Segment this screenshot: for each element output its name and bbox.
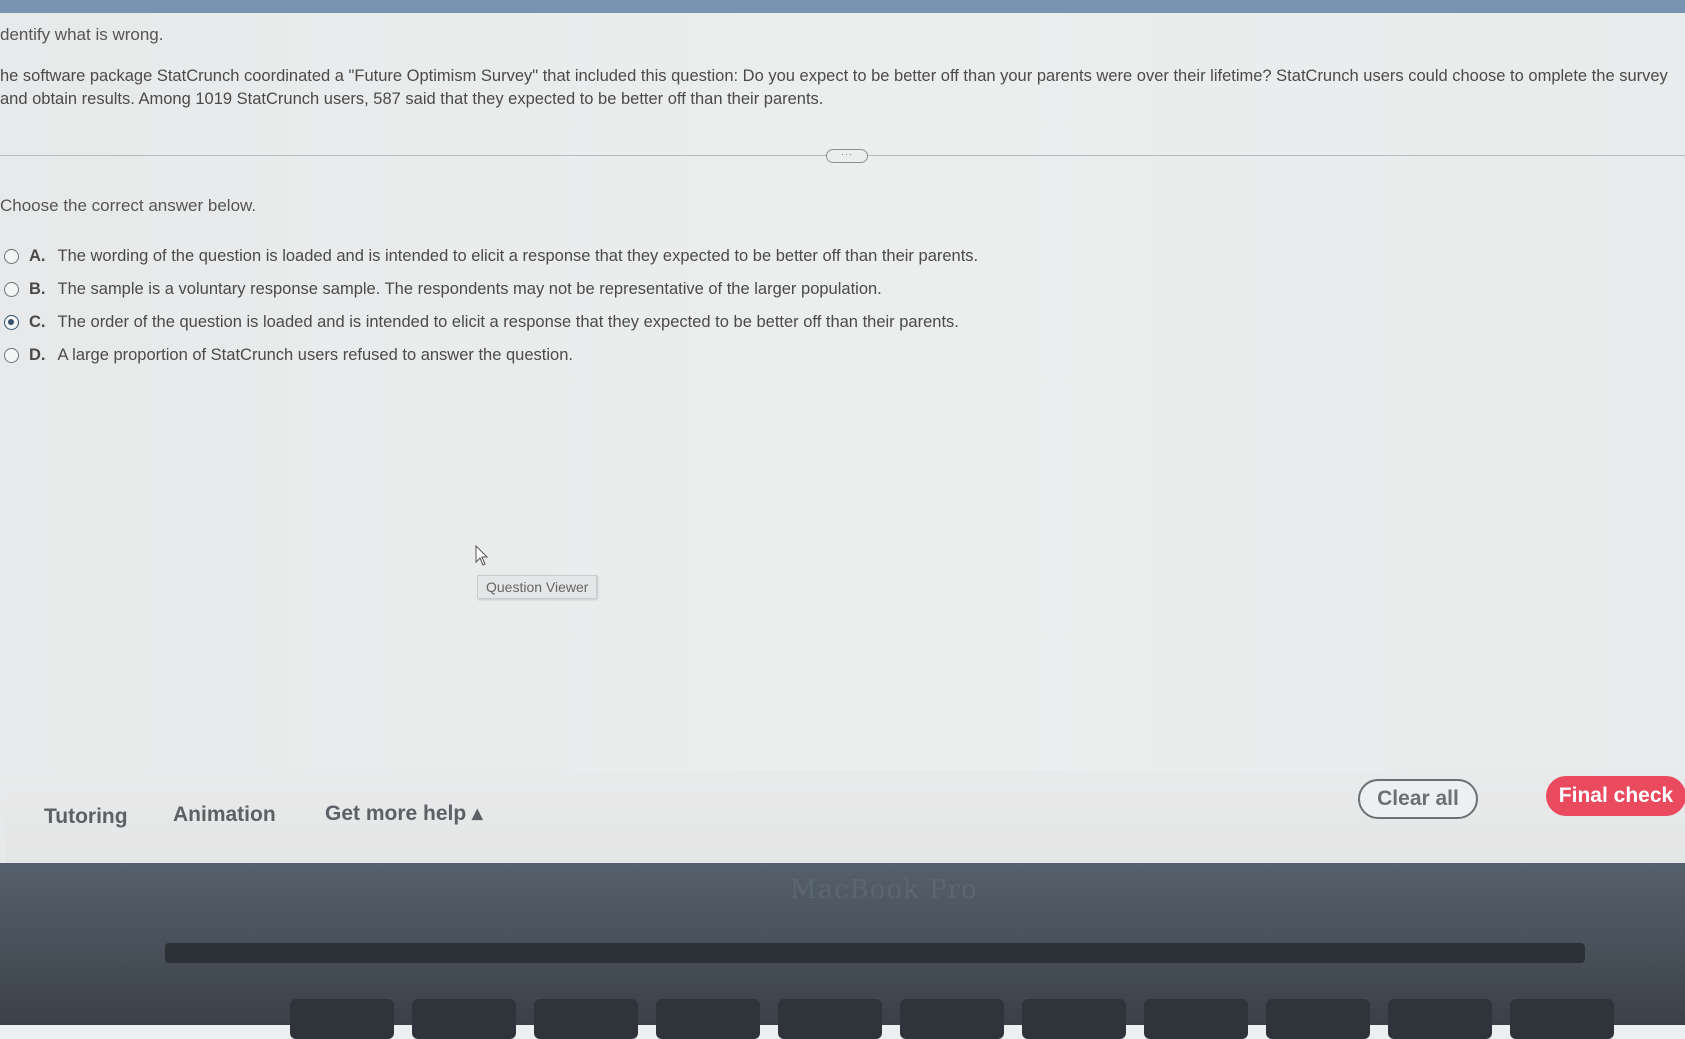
option-b[interactable]: B. The sample is a voluntary response sa…: [0, 277, 882, 301]
question-viewer-tooltip: Question Viewer: [477, 575, 598, 599]
option-text: The wording of the question is loaded an…: [57, 246, 979, 265]
function-key: [1022, 999, 1126, 1039]
question-instruction: dentify what is wrong.: [0, 25, 164, 44]
pane-resize-handle[interactable]: ···: [826, 149, 868, 163]
option-letter: D.: [29, 345, 46, 364]
function-key: [778, 999, 882, 1039]
function-key: [412, 999, 516, 1039]
radio-button-d[interactable]: [4, 347, 19, 363]
mouse-pointer-icon: [475, 545, 489, 566]
option-d[interactable]: D. A large proportion of StatCrunch user…: [0, 343, 573, 367]
option-a[interactable]: A. The wording of the question is loaded…: [0, 244, 978, 268]
option-letter: B.: [29, 279, 46, 298]
function-key: [1388, 999, 1492, 1039]
option-text: A large proportion of StatCrunch users r…: [57, 345, 573, 364]
option-c[interactable]: C. The order of the question is loaded a…: [0, 310, 959, 334]
radio-button-a[interactable]: [4, 248, 19, 264]
option-letter: A.: [29, 246, 46, 265]
function-key: [534, 999, 638, 1039]
answer-prompt: Choose the correct answer below.: [0, 196, 257, 215]
function-key: [900, 999, 1004, 1039]
macbook-label: MacBook Pro: [790, 875, 978, 905]
get-more-help-link[interactable]: Get more help ▴: [325, 801, 483, 826]
final-check-button[interactable]: Final check: [1546, 776, 1685, 816]
keyboard-edge: [165, 943, 1585, 963]
function-key: [1144, 999, 1248, 1039]
function-key: [656, 999, 760, 1039]
browser-top-bar: [0, 0, 1685, 13]
animation-link[interactable]: Animation: [173, 803, 276, 827]
problem-statement: he software package StatCrunch coordinat…: [0, 67, 1668, 108]
radio-button-b[interactable]: [4, 281, 19, 297]
footer-toolbar: Tutoring Animation Get more help ▴ Clear…: [5, 770, 1685, 863]
clear-all-button[interactable]: Clear all: [1358, 779, 1478, 819]
function-key: [290, 999, 394, 1039]
radio-button-c[interactable]: [4, 314, 19, 330]
option-text: The order of the question is loaded and …: [57, 312, 959, 331]
laptop-bezel: MacBook Pro: [0, 863, 1685, 1039]
tutoring-link[interactable]: Tutoring: [44, 805, 128, 829]
question-screen: dentify what is wrong. he software packa…: [0, 13, 1685, 863]
option-letter: C.: [29, 312, 46, 331]
option-text: The sample is a voluntary response sampl…: [57, 279, 882, 298]
function-key: [1510, 999, 1614, 1039]
function-key: [1266, 999, 1370, 1039]
